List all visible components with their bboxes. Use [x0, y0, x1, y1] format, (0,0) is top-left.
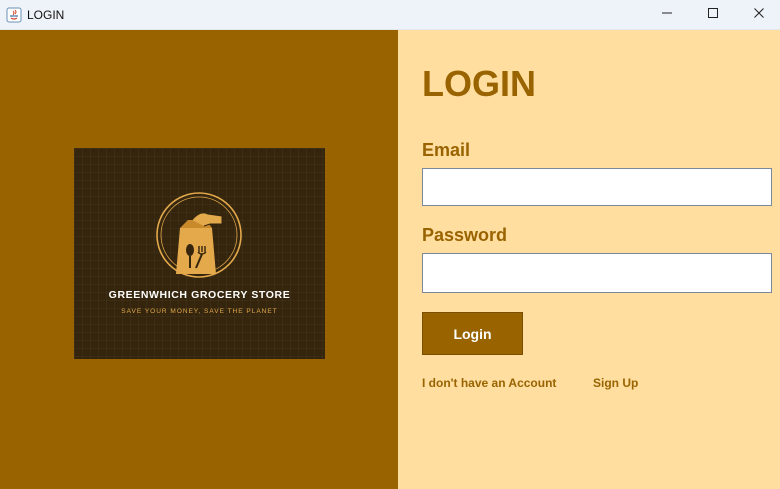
java-app-icon: [6, 7, 22, 23]
maximize-button[interactable]: [690, 0, 736, 30]
store-logo: GREENWHICH GROCERY STORE SAVE YOUR MONEY…: [74, 148, 325, 359]
password-label: Password: [422, 225, 508, 245]
email-label: Email: [422, 140, 471, 160]
window-title: LOGIN: [27, 8, 65, 22]
store-name: GREENWHICH GROCERY STORE: [108, 289, 291, 301]
maximize-icon: [707, 6, 719, 24]
no-account-text: I don't have an Account: [422, 376, 557, 390]
store-tagline: SAVE YOUR MONEY, SAVE THE PLANET: [121, 308, 278, 315]
password-field[interactable]: [422, 253, 772, 293]
close-icon: [753, 6, 765, 24]
login-heading: LOGIN: [422, 63, 536, 104]
signup-link[interactable]: Sign Up: [593, 376, 638, 390]
login-panel: LOGIN Email Password Login I don't have …: [398, 30, 780, 489]
login-button[interactable]: Login: [422, 312, 523, 355]
grocery-bag-icon: [156, 192, 242, 278]
close-button[interactable]: [736, 0, 780, 30]
email-field[interactable]: [422, 168, 772, 206]
brand-panel: GREENWHICH GROCERY STORE SAVE YOUR MONEY…: [0, 30, 398, 489]
minimize-button[interactable]: [644, 0, 690, 30]
minimize-icon: [661, 6, 673, 24]
title-bar: LOGIN: [0, 0, 780, 30]
